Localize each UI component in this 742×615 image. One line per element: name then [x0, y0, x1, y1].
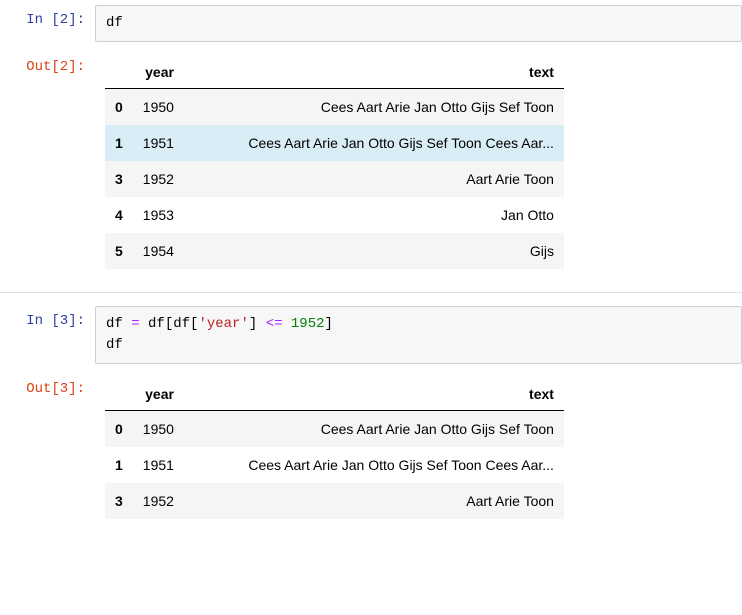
- index-header: [105, 56, 133, 89]
- cell-text: Cees Aart Arie Jan Otto Gijs Sef Toon: [184, 89, 564, 126]
- table-row: 01950Cees Aart Arie Jan Otto Gijs Sef To…: [105, 411, 564, 448]
- cell-text: Jan Otto: [184, 197, 564, 233]
- row-index: 0: [105, 89, 133, 126]
- cell-year: 1952: [133, 161, 184, 197]
- row-index: 3: [105, 161, 133, 197]
- column-header-text: text: [184, 378, 564, 411]
- cell-year: 1951: [133, 125, 184, 161]
- table-row: 11951Cees Aart Arie Jan Otto Gijs Sef To…: [105, 125, 564, 161]
- dataframe-table-3: yeartext01950Cees Aart Arie Jan Otto Gij…: [105, 378, 564, 519]
- cell-2-output: Out[2]: yeartext01950Cees Aart Arie Jan …: [0, 47, 742, 284]
- table-row: 11951Cees Aart Arie Jan Otto Gijs Sef To…: [105, 447, 564, 483]
- cell-3-input: In [3]: df = df[df['year'] <= 1952] df: [0, 301, 742, 369]
- column-header-text: text: [184, 56, 564, 89]
- table-row: 31952Aart Arie Toon: [105, 161, 564, 197]
- cell-year: 1954: [133, 233, 184, 269]
- row-index: 0: [105, 411, 133, 448]
- cell-text: Cees Aart Arie Jan Otto Gijs Sef Toon: [184, 411, 564, 448]
- out-prompt-3: Out[3]:: [0, 374, 95, 397]
- row-index: 1: [105, 447, 133, 483]
- column-header-year: year: [133, 378, 184, 411]
- cell-2-input: In [2]: df: [0, 0, 742, 47]
- index-header: [105, 378, 133, 411]
- cell-text: Gijs: [184, 233, 564, 269]
- cell-year: 1950: [133, 411, 184, 448]
- cell-year: 1951: [133, 447, 184, 483]
- code-input-2[interactable]: df: [95, 5, 742, 42]
- dataframe-table-2: yeartext01950Cees Aart Arie Jan Otto Gij…: [105, 56, 564, 269]
- table-row: 31952Aart Arie Toon: [105, 483, 564, 519]
- table-row: 01950Cees Aart Arie Jan Otto Gijs Sef To…: [105, 89, 564, 126]
- cell-year: 1952: [133, 483, 184, 519]
- cell-text: Aart Arie Toon: [184, 161, 564, 197]
- in-prompt-3: In [3]:: [0, 306, 95, 329]
- row-index: 4: [105, 197, 133, 233]
- table-row: 51954Gijs: [105, 233, 564, 269]
- cell-text: Cees Aart Arie Jan Otto Gijs Sef Toon Ce…: [184, 125, 564, 161]
- cell-year: 1950: [133, 89, 184, 126]
- column-header-year: year: [133, 56, 184, 89]
- out-prompt-2: Out[2]:: [0, 52, 95, 75]
- code-input-3[interactable]: df = df[df['year'] <= 1952] df: [95, 306, 742, 364]
- output-area-3: yeartext01950Cees Aart Arie Jan Otto Gij…: [95, 374, 742, 529]
- row-index: 5: [105, 233, 133, 269]
- row-index: 1: [105, 125, 133, 161]
- cell-text: Cees Aart Arie Jan Otto Gijs Sef Toon Ce…: [184, 447, 564, 483]
- table-row: 41953Jan Otto: [105, 197, 564, 233]
- cell-text: Aart Arie Toon: [184, 483, 564, 519]
- in-prompt-2: In [2]:: [0, 5, 95, 28]
- output-area-2: yeartext01950Cees Aart Arie Jan Otto Gij…: [95, 52, 742, 279]
- row-index: 3: [105, 483, 133, 519]
- cell-year: 1953: [133, 197, 184, 233]
- cell-3-output: Out[3]: yeartext01950Cees Aart Arie Jan …: [0, 369, 742, 534]
- cell-divider: [0, 292, 742, 293]
